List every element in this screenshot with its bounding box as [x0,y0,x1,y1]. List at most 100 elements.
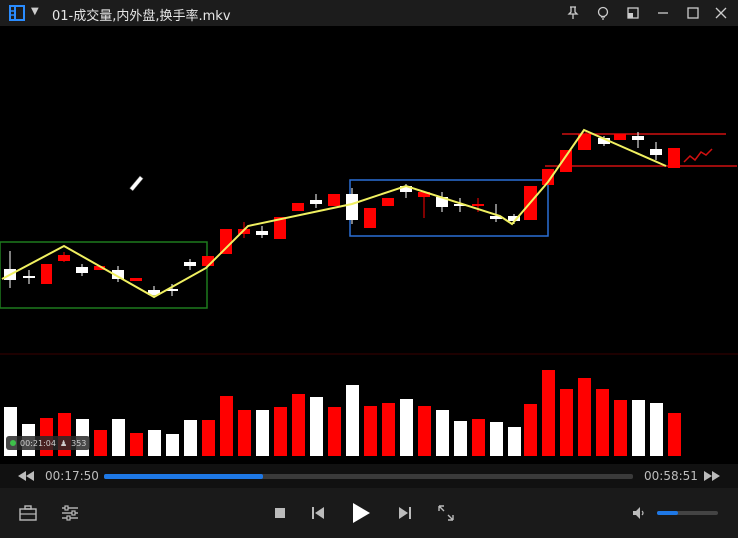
play-button[interactable] [349,501,373,525]
volume-bar [508,427,521,456]
volume-button[interactable] [630,504,648,522]
volume-slider[interactable] [657,511,718,515]
previous-button[interactable] [309,504,327,522]
next-button[interactable] [396,504,414,522]
candle [650,149,662,155]
next-icon [399,507,411,519]
volume-bar [436,410,449,456]
candle [382,198,394,206]
volume-bar [346,385,359,456]
candle [346,194,358,220]
toolbox-icon [19,505,37,521]
trend-line [1,128,667,299]
volume-bar [130,433,143,456]
volume-bar [328,407,341,456]
candle [292,203,304,211]
volume-bar [364,406,377,456]
pin-icon [567,6,579,19]
menu-caret-icon[interactable]: ▼ [31,6,39,17]
video-frame[interactable] [0,26,738,464]
candle [41,264,52,284]
rewind-icon [18,471,34,481]
skin-button[interactable] [593,3,613,23]
fullscreen-icon [438,505,454,521]
volume-bar [292,394,305,456]
settings-icon [62,505,78,521]
volume-bar [400,399,413,456]
volume-bar [274,407,287,456]
current-time: 00:17:50 [45,469,99,483]
volume-bar [202,420,215,456]
volume-bar [220,396,233,456]
minimize-button[interactable] [653,3,673,23]
consolidation-box-green [0,241,208,309]
volume-bar [632,400,645,456]
volume-bar [560,389,573,456]
candle [310,200,322,204]
volume-bar [650,403,663,456]
candle [184,262,196,266]
status-dot-icon [10,440,16,446]
pin-button[interactable] [563,3,583,23]
volume-bar [148,430,161,456]
volume-icon [633,507,644,519]
pen-cursor-icon [129,175,144,192]
close-icon [715,7,727,19]
volume-bar [256,410,269,456]
candle [328,194,340,206]
volume-bar [184,420,197,456]
volume-bar [578,378,591,456]
volume-bar [596,389,609,456]
mini-mode-button[interactable] [623,3,643,23]
seek-row: 00:17:50 00:58:51 [0,464,738,488]
mini-mode-icon [627,7,639,19]
handwritten-mark [683,148,713,163]
fullscreen-button[interactable] [437,504,455,522]
volume-bar [614,400,627,456]
skin-icon [597,6,609,20]
volume-level [657,511,679,515]
seek-progress [104,474,263,479]
volume-bar [382,403,395,456]
toolbox-button[interactable] [18,504,38,522]
volume-bars [4,370,681,456]
badge-time: 00:21:04 [20,438,56,448]
close-button[interactable] [711,3,731,23]
candle [614,134,626,140]
volume-bar [94,430,107,456]
volume-bar [166,434,179,456]
user-icon: ♟ [59,438,68,448]
candle [220,229,232,254]
volume-bar [524,404,537,456]
candle [668,148,680,168]
badge-count: 353 [71,438,87,448]
title-bar: ▼ 01-成交量,内外盘,换手率.mkv [0,0,738,26]
forward-button[interactable] [702,468,722,484]
forward-icon [704,471,720,481]
candle [130,278,142,281]
volume-bar [112,419,125,456]
candle [472,204,484,206]
volume-bar [490,422,503,456]
candle [58,255,70,261]
seek-bar[interactable] [104,474,633,479]
volume-bar [668,413,681,456]
stop-icon [275,508,285,518]
app-logo-icon[interactable] [9,5,25,21]
previous-icon [312,507,324,519]
rewind-button[interactable] [16,468,36,484]
volume-bar [418,406,431,456]
candle [364,208,376,228]
volume-bar [454,421,467,456]
volume-bar [238,410,251,456]
window-title: 01-成交量,内外盘,换手率.mkv [52,9,231,24]
video-content [0,128,738,456]
maximize-icon [687,7,699,19]
candlesticks [4,132,680,298]
candle [632,136,644,140]
overlay-badge: 00:21:04 ♟ 353 [6,436,91,450]
consolidation-box-blue [349,179,549,237]
maximize-button[interactable] [683,3,703,23]
settings-button[interactable] [60,504,80,522]
stop-button[interactable] [272,505,288,521]
